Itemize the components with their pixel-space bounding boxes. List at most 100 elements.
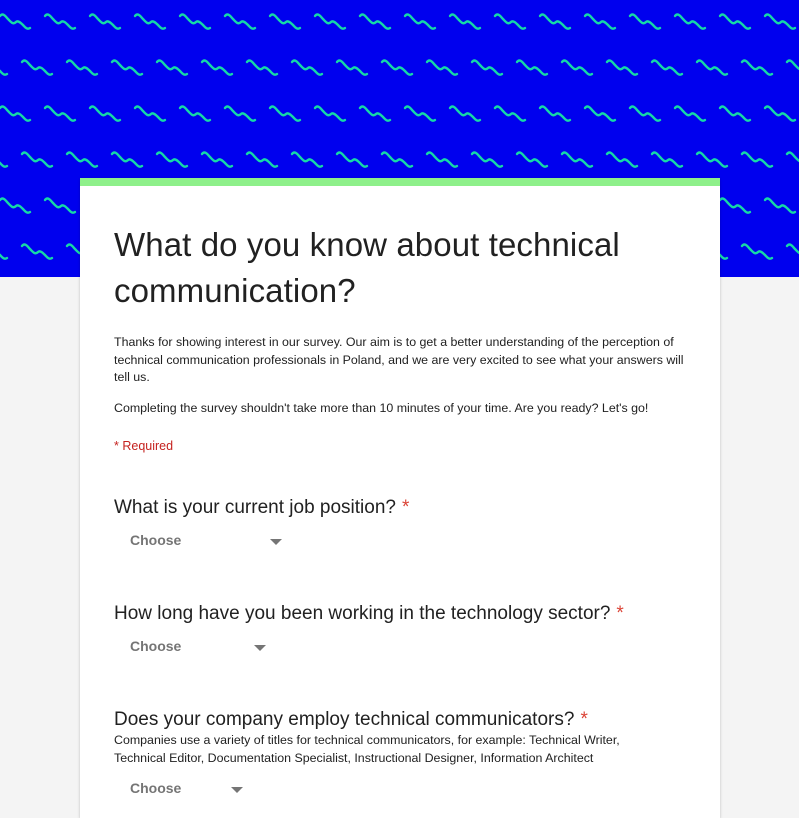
dropdown-value: Choose (130, 532, 182, 548)
wave-line (43, 105, 77, 122)
wave-line (200, 151, 234, 168)
question-label: What is your current job position? * (114, 497, 410, 518)
wave-line (538, 13, 572, 30)
wave-line (515, 151, 549, 168)
dropdown-arrow-icon (254, 645, 266, 651)
wave-line (155, 59, 189, 76)
question-job-position: What is your current job position? * Choo… (114, 496, 694, 548)
wave-line (358, 13, 392, 30)
wave-line (470, 151, 504, 168)
wave-line (470, 59, 504, 76)
wave-line (628, 105, 662, 122)
wave-line (0, 69, 9, 76)
dropdown-value: Choose (130, 638, 182, 654)
wave-line (605, 59, 639, 76)
wave-line (20, 151, 54, 168)
wave-line (448, 13, 482, 30)
wave-line (673, 105, 707, 122)
wave-line (718, 197, 752, 214)
required-star: * (616, 603, 624, 624)
wave-line (200, 59, 234, 76)
wave-line (538, 105, 572, 122)
wave-line (133, 105, 167, 122)
wave-line (335, 59, 369, 76)
wave-line (785, 243, 799, 255)
wave-line (178, 13, 212, 30)
wave-line (245, 151, 279, 168)
wave-line (380, 59, 414, 76)
required-star: * (580, 709, 588, 730)
wave-line (718, 105, 752, 122)
wave-line (425, 151, 459, 168)
wave-line (763, 13, 797, 30)
wave-line (785, 59, 799, 71)
wave-line (740, 151, 774, 168)
wave-line (448, 105, 482, 122)
wave-line (43, 13, 77, 30)
wave-line (0, 161, 9, 168)
form-card: What do you know about technical communi… (80, 178, 720, 818)
question-help-text: Companies use a variety of titles for te… (114, 733, 620, 765)
wave-line (718, 13, 752, 30)
form-description-time: Completing the survey shouldn't take mor… (114, 401, 649, 415)
wave-line (133, 13, 167, 30)
wave-line (268, 13, 302, 30)
wave-line (785, 151, 799, 163)
dropdown-value: Choose (130, 780, 182, 796)
wave-line (560, 59, 594, 76)
question-label: How long have you been working in the te… (114, 603, 624, 624)
wave-line (223, 13, 257, 30)
card-accent-bar (80, 178, 720, 186)
wave-line (763, 105, 797, 122)
wave-line (268, 105, 302, 122)
wave-line (740, 243, 774, 260)
wave-line (335, 151, 369, 168)
required-note: * Required (114, 439, 174, 453)
wave-line (155, 151, 189, 168)
wave-line (65, 59, 99, 76)
wave-line (313, 105, 347, 122)
wave-line (493, 13, 527, 30)
dropdown-arrow-icon (270, 539, 282, 545)
wave-line (583, 13, 617, 30)
wave-line (88, 13, 122, 30)
wave-line (0, 197, 32, 214)
wave-line (650, 151, 684, 168)
wave-line (0, 13, 32, 30)
wave-line (0, 253, 9, 260)
wave-line (110, 151, 144, 168)
wave-line (695, 59, 729, 76)
wave-line (358, 105, 392, 122)
wave-line (20, 243, 54, 260)
wave-line (695, 151, 729, 168)
wave-line (403, 13, 437, 30)
wave-line (223, 105, 257, 122)
wave-line (20, 59, 54, 76)
form-description: Thanks for showing interest in our surve… (114, 335, 684, 384)
tech-sector-duration-dropdown[interactable]: Choose (128, 636, 273, 658)
wave-line (88, 105, 122, 122)
wave-line (583, 105, 617, 122)
wave-line (245, 59, 279, 76)
dropdown-arrow-icon (231, 787, 243, 793)
wave-line (290, 59, 324, 76)
employ-technical-communicators-dropdown[interactable]: Choose (128, 778, 258, 800)
question-label: Does your company employ technical commu… (114, 709, 588, 730)
wave-line (313, 13, 347, 30)
wave-line (0, 105, 32, 122)
wave-line (65, 151, 99, 168)
job-position-dropdown[interactable]: Choose (128, 530, 288, 552)
wave-line (560, 151, 594, 168)
wave-line (43, 197, 77, 214)
wave-line (515, 59, 549, 76)
wave-line (605, 151, 639, 168)
form-title: What do you know about technical communi… (114, 226, 620, 309)
wave-line (290, 151, 324, 168)
wave-line (628, 13, 662, 30)
wave-line (763, 197, 797, 214)
wave-line (650, 59, 684, 76)
question-employ-technical-communicators: Does your company employ technical commu… (114, 708, 694, 796)
wave-line (673, 13, 707, 30)
wave-line (493, 105, 527, 122)
wave-line (425, 59, 459, 76)
